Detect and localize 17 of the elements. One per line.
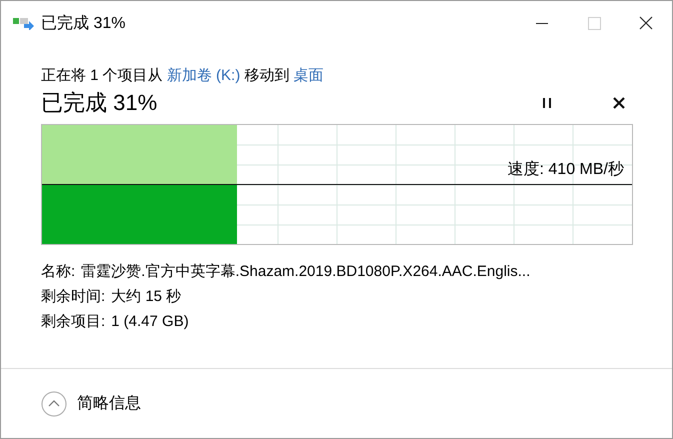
window-title: 已完成 31% [41, 14, 126, 34]
detail-label: 剩余项目: [41, 313, 106, 330]
details-toggle[interactable]: 简略信息 [77, 393, 141, 414]
detail-label: 名称: [41, 263, 76, 280]
close-icon[interactable] [612, 96, 626, 110]
detail-label: 剩余时间: [41, 288, 106, 305]
collapse-icon[interactable] [41, 390, 67, 416]
speed-label: 速度: 410 MB/秒 [508, 160, 624, 180]
folder-link[interactable]: 桌面 [294, 67, 324, 84]
folder-link[interactable]: 新加卷 (K:) [166, 67, 240, 84]
copy-icon [13, 16, 35, 30]
detail-value: 大约 15 秒 [111, 288, 182, 305]
transfer-description: 正在将 1 个项目从 新加卷 (K:) 移动到 桌面 [41, 66, 325, 86]
detail-value: 1 (4.47 GB) [111, 313, 189, 330]
pause-icon[interactable] [540, 96, 554, 110]
detail-value: 雷霆沙赞.官方中英字幕.Shazam.2019.BD1080P.X264.AAC.Englis... [81, 263, 530, 280]
progress-status: 已完成 31% [41, 89, 158, 117]
